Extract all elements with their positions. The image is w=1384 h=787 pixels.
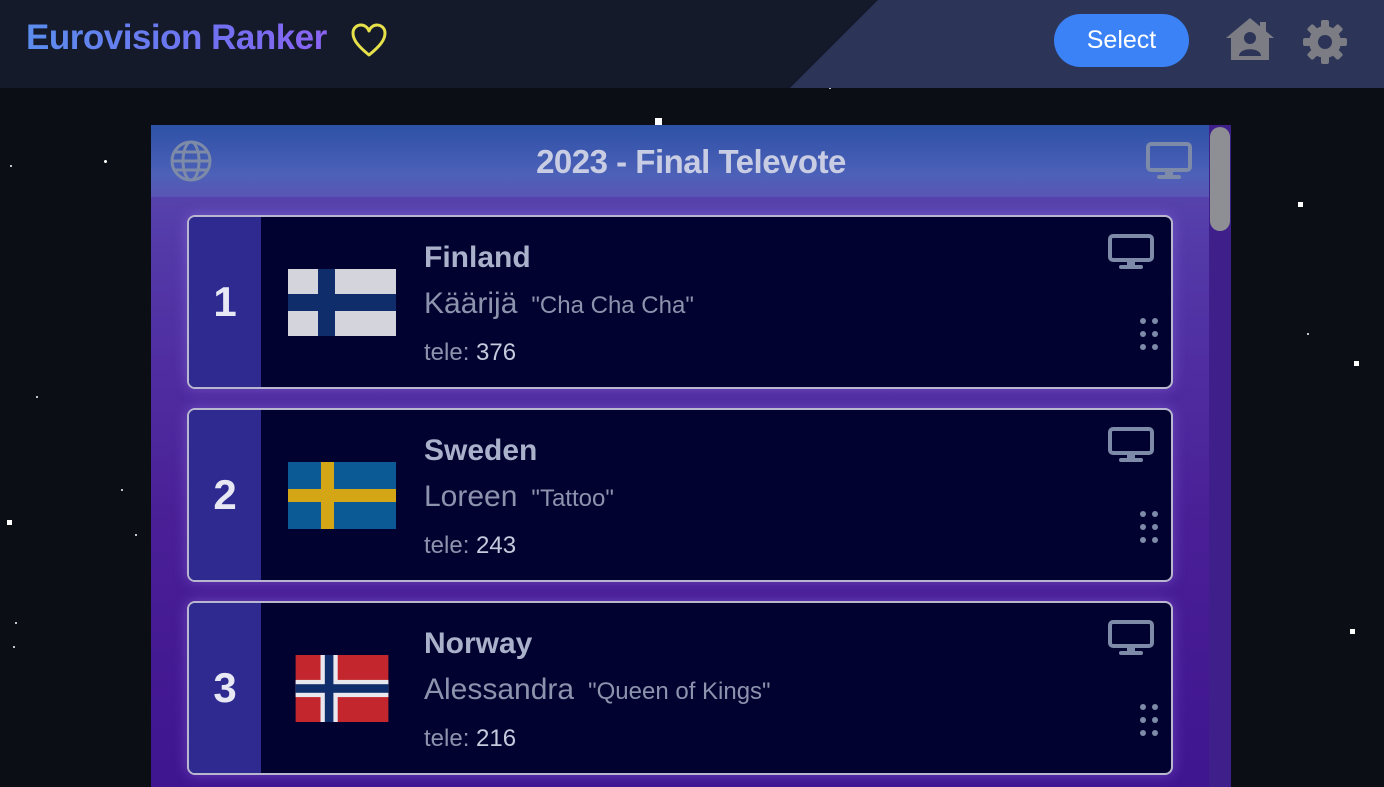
artist-name: Alessandra (424, 673, 575, 706)
star (1354, 361, 1359, 366)
sweden-flag (288, 462, 396, 529)
rank-number: 2 (189, 410, 261, 580)
star (10, 165, 12, 167)
gear-icon[interactable] (1302, 19, 1348, 65)
star (1307, 333, 1309, 335)
tv-icon[interactable] (1107, 426, 1155, 464)
entry-card[interactable]: 3 Norway Alessandra "Queen of Kings" tele… (187, 601, 1173, 775)
star (104, 160, 107, 163)
star (36, 396, 38, 398)
app-header: Eurovision Ranker Select (0, 0, 1384, 88)
star (655, 118, 662, 125)
home-icon[interactable] (1224, 16, 1276, 62)
star (15, 622, 17, 624)
drag-handle-icon[interactable] (1139, 510, 1159, 544)
star (135, 534, 137, 536)
artist-line: Käärijä "Cha Cha Cha" (424, 287, 694, 321)
tele-label: tele: (424, 339, 470, 366)
star (1298, 202, 1303, 207)
heart-icon[interactable] (350, 22, 388, 58)
song-title: "Cha Cha Cha" (531, 292, 694, 319)
tele-value: 376 (476, 339, 517, 366)
country-name: Finland (424, 241, 531, 274)
artist-line: Loreen "Tattoo" (424, 480, 614, 514)
entry-card[interactable]: 1 Finland Käärijä "Cha Cha Cha" tele: 376 (187, 215, 1173, 389)
televote-score: tele: 243 (424, 532, 516, 560)
country-name: Sweden (424, 434, 538, 467)
tele-label: tele: (424, 532, 470, 559)
song-title: "Queen of Kings" (588, 678, 771, 705)
tv-icon[interactable] (1107, 619, 1155, 657)
country-name: Norway (424, 627, 533, 660)
star (1350, 629, 1355, 634)
tele-label: tele: (424, 725, 470, 752)
televote-score: tele: 376 (424, 339, 516, 367)
artist-line: Alessandra "Queen of Kings" (424, 673, 771, 707)
finland-flag (288, 269, 396, 336)
drag-handle-icon[interactable] (1139, 703, 1159, 737)
tv-icon[interactable] (1145, 141, 1193, 181)
scrollbar-thumb[interactable] (1210, 127, 1230, 231)
panel-title: 2023 - Final Televote (536, 143, 846, 180)
song-title: "Tattoo" (531, 485, 614, 512)
ranking-panel: 2023 - Final Televote 1 Finland Käärijä "… (151, 125, 1231, 787)
panel-header: 2023 - Final Televote (151, 125, 1231, 197)
tv-icon[interactable] (1107, 233, 1155, 271)
artist-name: Käärijä (424, 287, 518, 320)
rank-number: 3 (189, 603, 261, 773)
app-title[interactable]: Eurovision Ranker (26, 18, 327, 58)
star (7, 520, 12, 525)
norway-flag (295, 655, 389, 722)
rank-number: 1 (189, 217, 261, 387)
select-button[interactable]: Select (1054, 14, 1189, 67)
star (121, 489, 123, 491)
artist-name: Loreen (424, 480, 518, 513)
tele-value: 243 (476, 532, 517, 559)
tele-value: 216 (476, 725, 517, 752)
televote-score: tele: 216 (424, 725, 516, 753)
star (13, 646, 15, 648)
entry-card[interactable]: 2 Sweden Loreen "Tattoo" tele: 243 (187, 408, 1173, 582)
drag-handle-icon[interactable] (1139, 317, 1159, 351)
